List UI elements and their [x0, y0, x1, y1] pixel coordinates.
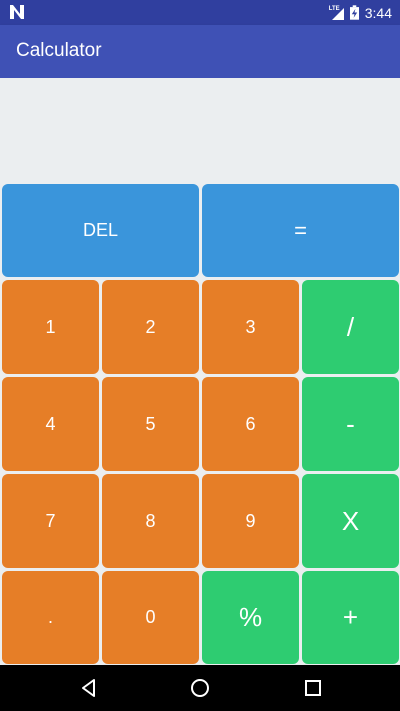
app-title: Calculator	[16, 40, 102, 61]
lte-signal-icon: LTE	[329, 6, 344, 20]
battery-charging-icon	[349, 5, 359, 20]
digit-5-button[interactable]: 5	[102, 377, 199, 471]
percent-button[interactable]: %	[202, 571, 299, 664]
digit-1-button[interactable]: 1	[2, 280, 99, 374]
recents-icon[interactable]	[302, 677, 324, 699]
digit-0-button[interactable]: 0	[102, 571, 199, 664]
digit-6-button[interactable]: 6	[202, 377, 299, 471]
digit-8-button[interactable]: 8	[102, 474, 199, 568]
del-button[interactable]: DEL	[2, 184, 199, 277]
n-notification-icon	[10, 5, 24, 19]
divide-button[interactable]: /	[302, 280, 399, 374]
digit-3-button[interactable]: 3	[202, 280, 299, 374]
home-icon[interactable]	[189, 677, 211, 699]
plus-button[interactable]: +	[302, 571, 399, 664]
equals-button[interactable]: =	[202, 184, 399, 277]
navigation-bar	[0, 665, 400, 711]
keypad: DEL = 1 2 3 / 4 5 6 - 7 8 9 X . 0 % +	[0, 182, 400, 665]
digit-2-button[interactable]: 2	[102, 280, 199, 374]
status-bar: LTE 3:44	[0, 0, 400, 25]
digit-9-button[interactable]: 9	[202, 474, 299, 568]
digit-7-button[interactable]: 7	[2, 474, 99, 568]
back-icon[interactable]	[78, 677, 100, 699]
decimal-point-button[interactable]: .	[2, 571, 99, 664]
app-bar: Calculator	[0, 25, 400, 78]
minus-button[interactable]: -	[302, 377, 399, 471]
multiply-button[interactable]: X	[302, 474, 399, 568]
digit-4-button[interactable]: 4	[2, 377, 99, 471]
calculator-display	[0, 78, 400, 182]
status-time: 3:44	[364, 4, 392, 21]
